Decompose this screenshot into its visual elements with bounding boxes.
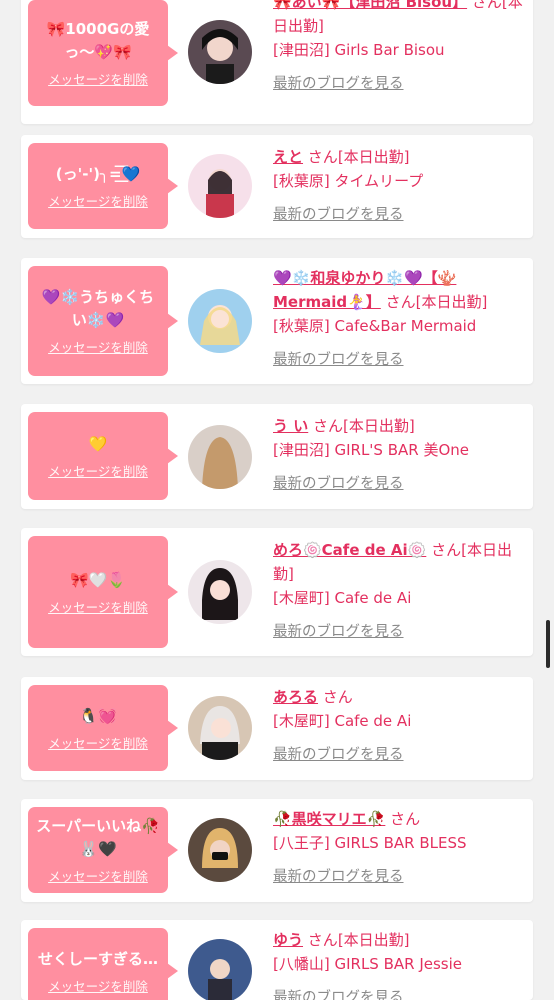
avatar[interactable] — [188, 696, 252, 760]
message-card: 🐧💓 メッセージを削除 あろる さん [木屋町] Cafe de Ai 最新のブ… — [21, 677, 533, 780]
delete-message-link[interactable]: メッセージを削除 — [48, 733, 148, 752]
honorific: さん — [313, 417, 344, 435]
message-bubble: スーパーいいね🥀🐰🖤 メッセージを削除 — [28, 807, 178, 893]
shop-label: [津田沼] GIRL'S BAR 美One — [273, 441, 469, 459]
message-text: 🎀1000Gの愛っ〜💖🎀 — [46, 20, 150, 61]
latest-blog-link[interactable]: 最新のブログを見る — [273, 620, 523, 644]
avatar[interactable] — [188, 425, 252, 489]
message-bubble: 💜❄️うちゅくちい❄️💜 メッセージを削除 — [28, 266, 178, 376]
shop-label: [木屋町] Cafe de Ai — [273, 589, 412, 607]
latest-blog-link[interactable]: 最新のブログを見る — [273, 743, 523, 767]
avatar[interactable] — [188, 154, 252, 218]
delete-message-link[interactable]: メッセージを削除 — [48, 461, 148, 480]
honorific: さん — [431, 541, 462, 559]
status-text: [本日出勤] — [415, 293, 488, 311]
avatar[interactable] — [188, 939, 252, 1000]
honorific: さん — [385, 293, 416, 311]
message-text: 💜❄️うちゅくちい❄️💜 — [41, 288, 155, 329]
message-feed: 🎀1000Gの愛っ〜💖🎀 メッセージを削除 🎀あい🎀【津田沼 Bisou】 さん… — [0, 0, 554, 1000]
message-card: 💜❄️うちゅくちい❄️💜 メッセージを削除 💜❄️和泉ゆかり❄️💜【🪸Merma… — [21, 258, 533, 384]
honorific: さん — [390, 810, 421, 828]
status-text: [本日出勤] — [337, 148, 410, 166]
cast-name-link[interactable]: 🥀黒咲マリエ🥀 — [273, 810, 385, 828]
latest-blog-link[interactable]: 最新のブログを見る — [273, 72, 523, 96]
shop-label: [木屋町] Cafe de Ai — [273, 712, 412, 730]
honorific: さん — [307, 148, 338, 166]
message-card: 🎀🤍🌷 メッセージを削除 めろ🍥Cafe de Ai🍥 さん[本日出勤] [木屋… — [21, 528, 533, 656]
cast-name-link[interactable]: う い — [273, 417, 308, 435]
message-card: (っ'-')╮=͟͟͞͞💙 メッセージを削除 えと さん[本日出勤] [秋葉原]… — [21, 135, 533, 238]
shop-label: [秋葉原] Cafe&Bar Mermaid — [273, 317, 477, 335]
delete-message-link[interactable]: メッセージを削除 — [48, 597, 148, 616]
status-text: [本日出勤] — [337, 931, 410, 949]
cast-name-link[interactable]: めろ🍥Cafe de Ai🍥 — [273, 541, 426, 559]
message-bubble: 🐧💓 メッセージを削除 — [28, 685, 178, 771]
avatar[interactable] — [188, 20, 252, 84]
delete-message-link[interactable]: メッセージを削除 — [48, 337, 148, 356]
message-text: 🎀🤍🌷 — [69, 570, 127, 589]
cast-name-link[interactable]: えと — [273, 148, 303, 166]
shop-label: [津田沼] Girls Bar Bisou — [273, 41, 445, 59]
message-card: 🎀1000Gの愛っ〜💖🎀 メッセージを削除 🎀あい🎀【津田沼 Bisou】 さん… — [21, 0, 533, 124]
message-bubble: 🎀1000Gの愛っ〜💖🎀 メッセージを削除 — [28, 0, 178, 106]
shop-label: [秋葉原] タイムリープ — [273, 172, 424, 190]
message-card: スーパーいいね🥀🐰🖤 メッセージを削除 🥀黒咲マリエ🥀 さん [八王子] GIR… — [21, 799, 533, 902]
cast-name-link[interactable]: ゆう — [273, 931, 303, 949]
message-text: スーパーいいね🥀🐰🖤 — [36, 817, 160, 858]
honorific: さん — [322, 688, 353, 706]
avatar[interactable] — [188, 818, 252, 882]
message-card: せくしーすぎる… メッセージを削除 ゆう さん[本日出勤] [八幡山] GIRL… — [21, 920, 533, 1000]
latest-blog-link[interactable]: 最新のブログを見る — [273, 986, 523, 1000]
delete-message-link[interactable]: メッセージを削除 — [48, 69, 148, 88]
message-card: 💛 メッセージを削除 う い さん[本日出勤] [津田沼] GIRL'S BAR… — [21, 404, 533, 509]
scrollbar[interactable] — [546, 620, 550, 668]
message-text: 💛 — [88, 434, 108, 453]
shop-label: [八王子] GIRLS BAR BLESS — [273, 834, 467, 852]
avatar[interactable] — [188, 289, 252, 353]
honorific: さん — [307, 931, 338, 949]
message-text: (っ'-')╮=͟͟͞͞💙 — [55, 164, 141, 183]
message-bubble: 💛 メッセージを削除 — [28, 412, 178, 500]
delete-message-link[interactable]: メッセージを削除 — [48, 976, 148, 995]
delete-message-link[interactable]: メッセージを削除 — [48, 191, 148, 210]
latest-blog-link[interactable]: 最新のブログを見る — [273, 348, 523, 372]
cast-name-link[interactable]: あろる — [273, 688, 318, 706]
avatar[interactable] — [188, 560, 252, 624]
cast-name-link[interactable]: 🎀あい🎀【津田沼 Bisou】 — [273, 0, 467, 11]
message-text: 🐧💓 — [79, 706, 117, 725]
delete-message-link[interactable]: メッセージを削除 — [48, 866, 148, 885]
honorific: さん — [471, 0, 502, 11]
message-bubble: (っ'-')╮=͟͟͞͞💙 メッセージを削除 — [28, 143, 178, 229]
message-bubble: 🎀🤍🌷 メッセージを削除 — [28, 536, 178, 648]
message-text: せくしーすぎる… — [37, 949, 158, 968]
shop-label: [八幡山] GIRLS BAR Jessie — [273, 955, 463, 973]
latest-blog-link[interactable]: 最新のブログを見る — [273, 203, 523, 227]
latest-blog-link[interactable]: 最新のブログを見る — [273, 472, 523, 496]
message-bubble: せくしーすぎる… メッセージを削除 — [28, 928, 178, 1000]
status-text: [本日出勤] — [343, 417, 415, 435]
latest-blog-link[interactable]: 最新のブログを見る — [273, 865, 523, 889]
